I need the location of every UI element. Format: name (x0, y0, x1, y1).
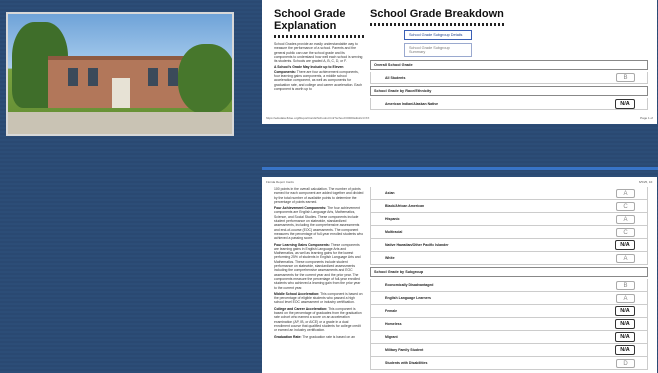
grade-row: Military Family Student N/A (370, 344, 648, 357)
section-race-ethnicity: School Grade by Race/Ethnicity (370, 86, 648, 96)
grade-badge: C (616, 227, 635, 237)
grade-table-continued: Asian A Black/African American C Hispanic A Mu… (370, 187, 648, 370)
row-label: All Students (385, 75, 406, 80)
explanation-paragraph: School Grades provide an easily understa… (274, 42, 363, 64)
row-label: English Language Learners (385, 296, 431, 300)
paragraph-text: The graduation rate is based on an (301, 334, 355, 339)
grade-badge: N/A (615, 332, 635, 342)
paragraph-text: These components are learning gains in E… (274, 242, 361, 290)
explanation-continued: 100 points in the overall calculation. T… (274, 187, 364, 341)
grade-badge: A (616, 253, 635, 263)
grade-badge: A (616, 214, 635, 224)
explanation-paragraph: 100 points in the overall calculation. T… (274, 187, 364, 204)
header-title: Florida Report Cards (266, 180, 294, 184)
grade-badge: N/A (615, 240, 635, 250)
window (88, 68, 98, 86)
report-page-2: Florida Report Cards 6/5/25, 16: 100 poi… (262, 177, 657, 373)
row-label: Native Hawaiian/Other Pacific Islander (385, 243, 449, 247)
subgroup-tabs: School Grade Subgroup Details School Gra… (404, 30, 648, 57)
page-footer: https://edudata.fldoe.org/ReportCards/Sc… (266, 116, 653, 120)
grade-badge: D (616, 358, 635, 368)
tree-right (178, 44, 232, 114)
row-label: Military Family Student (385, 348, 424, 352)
grade-badge: B (616, 280, 635, 290)
grade-row: Students with Disabilities D (370, 357, 648, 370)
window (148, 68, 158, 86)
walkway (8, 112, 232, 134)
explanation-paragraph: Graduation Rate: The graduation rate is … (274, 335, 364, 339)
grade-row: Female N/A (370, 305, 648, 318)
tab-subgroup-summary[interactable]: School Grade Subgroup Summary (404, 43, 472, 57)
grade-badge: N/A (615, 319, 635, 329)
explanation-paragraph: College and Career Acceleration: This co… (274, 307, 364, 333)
report-page-1: School Grade Explanation School Grades p… (262, 0, 657, 124)
paragraph-text: The four achievement components are Engl… (274, 206, 364, 241)
explanation-paragraph: Middle School Acceleration: This compone… (274, 292, 364, 305)
row-label: Asian (385, 191, 395, 195)
grade-row: Hispanic A (370, 213, 648, 226)
footer-page-number: Page 1 of (640, 116, 653, 120)
grade-badge: C (616, 201, 635, 211)
page-header: Florida Report Cards 6/5/25, 16: (266, 180, 653, 184)
page-separator (262, 167, 658, 170)
row-label: Students with Disabilities (385, 361, 428, 365)
school-photo (6, 12, 234, 136)
dotted-divider (370, 23, 505, 26)
grade-row: Homeless N/A (370, 318, 648, 331)
header-date: 6/5/25, 16: (638, 180, 653, 184)
grade-badge: A (616, 188, 635, 198)
grade-row: Native Hawaiian/Other Pacific Islander N/… (370, 239, 648, 252)
grade-badge: N/A (615, 345, 635, 355)
grade-badge: N/A (615, 98, 635, 109)
grade-row: Asian A (370, 187, 648, 200)
window (68, 68, 78, 86)
row-label: Economically Disadvantaged (385, 283, 434, 287)
components-paragraph: A School's Grade May Include up to Eleve… (274, 65, 364, 91)
paragraph-heading: Graduation Rate: (274, 334, 302, 339)
row-label: Migrant (385, 335, 398, 339)
explanation-paragraph: Four Achievement Components: The four ac… (274, 206, 364, 240)
explanation-title: School Grade Explanation (274, 8, 346, 32)
paragraph-text: This component is based on the percentag… (274, 306, 362, 333)
subgroup-rows: Economically Disadvantaged B English Langu… (370, 279, 648, 370)
grade-row: American Indian/Alaskan Native N/A (370, 98, 648, 110)
grade-badge: A (616, 293, 635, 303)
grade-row: English Language Learners A (370, 292, 648, 305)
grade-row: All Students B (370, 72, 648, 84)
row-label: Multiracial (385, 230, 403, 234)
tab-subgroup-details[interactable]: School Grade Subgroup Details (404, 30, 472, 40)
grade-row: Multiracial C (370, 226, 648, 239)
grade-badge: N/A (615, 306, 635, 316)
paragraph-text: 100 points in the overall calculation. T… (274, 187, 364, 204)
section-subgroup: School Grade by Subgroup (370, 267, 648, 277)
grade-row: Migrant N/A (370, 331, 648, 344)
row-label: White (385, 256, 395, 260)
dotted-divider (274, 35, 364, 38)
explanation-paragraph: Four Learning Gains Components: These co… (274, 243, 364, 290)
row-label: American Indian/Alaskan Native (385, 101, 439, 106)
row-label: Homeless (385, 322, 402, 326)
row-label: Hispanic (385, 217, 400, 221)
grade-row: White A (370, 252, 648, 265)
grade-row: Black/African American C (370, 200, 648, 213)
race-rows: Asian A Black/African American C Hispanic A Mu… (370, 187, 648, 265)
footer-url: https://edudata.fldoe.org/ReportCards/Sc… (266, 116, 370, 120)
breakdown-column: School Grade Breakdown School Grade Subg… (370, 8, 648, 110)
grade-badge: B (616, 73, 635, 82)
explanation-column: School Grade Explanation School Grades p… (274, 8, 364, 93)
row-label: Black/African American (385, 204, 425, 208)
window (168, 68, 178, 86)
row-label: Female (385, 309, 398, 313)
grade-row: Economically Disadvantaged B (370, 279, 648, 292)
school-entrance (112, 78, 130, 108)
section-overall: Overall School Grade (370, 60, 648, 70)
breakdown-title: School Grade Breakdown (370, 8, 504, 20)
